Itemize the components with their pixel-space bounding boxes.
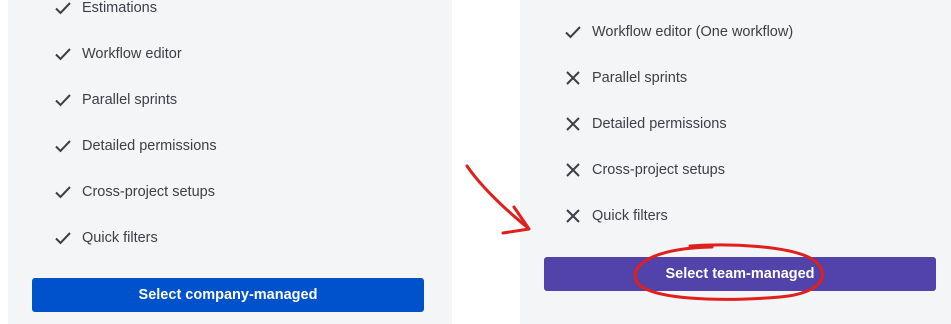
feature-row-cross-project-setups: Cross-project setups: [52, 181, 215, 203]
feature-label: Quick filters: [82, 230, 158, 246]
plan-comparison-screenshot: Estimations Workflow editor Parallel spr…: [0, 0, 951, 324]
select-team-managed-button[interactable]: Select team-managed: [544, 257, 936, 291]
cross-icon: [562, 67, 584, 89]
feature-label: Detailed permissions: [82, 138, 217, 154]
feature-label: Parallel sprints: [82, 92, 178, 108]
feature-row-cross-project-setups: Cross-project setups: [562, 159, 725, 181]
feature-label: Workflow editor: [82, 46, 182, 62]
team-managed-panel: Workflow editor (One workflow) Parallel …: [520, 0, 951, 324]
cross-icon: [562, 159, 584, 181]
annotation-arrow-shaft: [465, 164, 530, 230]
feature-row-quick-filters: Quick filters: [52, 227, 158, 249]
feature-label: Quick filters: [592, 208, 668, 224]
feature-row-estimations: Estimations: [52, 0, 157, 19]
feature-row-workflow-editor-one: Workflow editor (One workflow): [562, 21, 793, 43]
feature-label: Detailed permissions: [592, 116, 727, 132]
cross-icon: [562, 205, 584, 227]
feature-label: Workflow editor (One workflow): [592, 24, 794, 40]
cross-icon: [562, 113, 584, 135]
feature-label: Cross-project setups: [592, 162, 725, 178]
feature-row-detailed-permissions: Detailed permissions: [562, 113, 727, 135]
check-icon: [52, 0, 74, 19]
check-icon: [52, 43, 74, 65]
company-managed-panel: Estimations Workflow editor Parallel spr…: [8, 0, 452, 324]
feature-label: Estimations: [82, 0, 157, 16]
select-company-managed-button[interactable]: Select company-managed: [32, 278, 424, 312]
check-icon: [562, 21, 584, 43]
feature-row-parallel-sprints: Parallel sprints: [52, 89, 177, 111]
check-icon: [52, 227, 74, 249]
check-icon: [52, 89, 74, 111]
feature-label: Cross-project setups: [82, 184, 215, 200]
check-icon: [52, 135, 74, 157]
check-icon: [52, 181, 74, 203]
feature-row-parallel-sprints: Parallel sprints: [562, 67, 687, 89]
feature-row-detailed-permissions: Detailed permissions: [52, 135, 217, 157]
feature-row-quick-filters: Quick filters: [562, 205, 668, 227]
feature-row-workflow-editor: Workflow editor: [52, 43, 182, 65]
feature-label: Parallel sprints: [592, 70, 688, 86]
